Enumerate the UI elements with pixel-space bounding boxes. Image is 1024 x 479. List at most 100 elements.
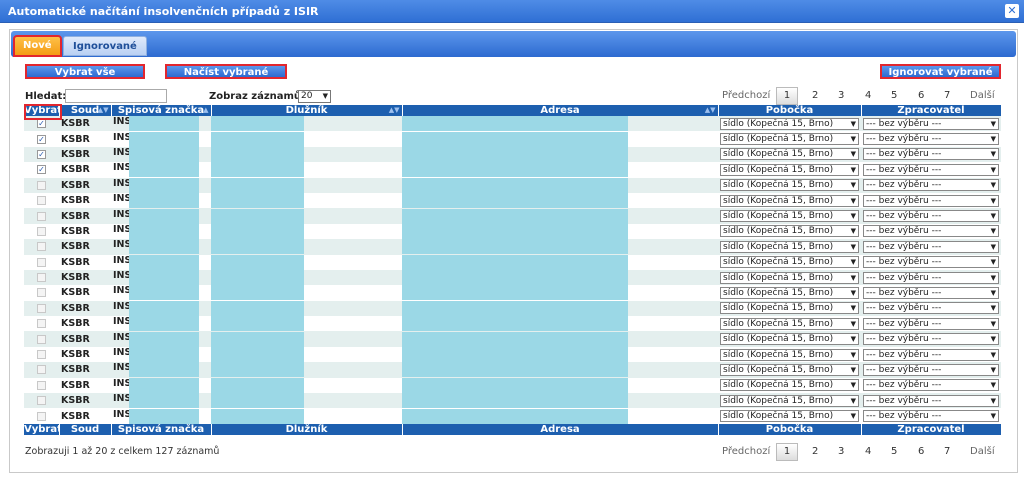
branch-select[interactable]: sídlo (Kopečná 15, Brno) ▼ bbox=[720, 333, 859, 346]
processor-select[interactable]: --- bez výběru --- ▼ bbox=[863, 394, 999, 407]
pagination-page[interactable]: 2 bbox=[812, 90, 818, 101]
column-header-select[interactable]: Vybrat bbox=[24, 105, 60, 116]
pagination-page[interactable]: 6 bbox=[918, 90, 924, 101]
processor-select[interactable]: --- bez výběru --- ▼ bbox=[863, 225, 999, 238]
branch-select[interactable]: sídlo (Kopečná 15, Brno) ▼ bbox=[720, 256, 859, 269]
pagination-page[interactable]: 7 bbox=[944, 446, 950, 457]
redacted-block bbox=[211, 193, 304, 209]
processor-select[interactable]: --- bez výběru --- ▼ bbox=[863, 163, 999, 176]
pagination-prev[interactable]: Předchozí bbox=[722, 446, 770, 457]
branch-select[interactable]: sídlo (Kopečná 15, Brno) ▼ bbox=[720, 133, 859, 146]
processor-select[interactable]: --- bez výběru --- ▼ bbox=[863, 348, 999, 361]
branch-select[interactable]: sídlo (Kopečná 15, Brno) ▼ bbox=[720, 210, 859, 223]
branch-select[interactable]: sídlo (Kopečná 15, Brno) ▼ bbox=[720, 225, 859, 238]
branch-select[interactable]: sídlo (Kopečná 15, Brno) ▼ bbox=[720, 163, 859, 176]
pagination-page[interactable]: 4 bbox=[865, 446, 871, 457]
case-cell: INS bbox=[111, 377, 211, 394]
branch-select[interactable]: sídlo (Kopečná 15, Brno) ▼ bbox=[720, 179, 859, 192]
branch-select[interactable]: sídlo (Kopečná 15, Brno) ▼ bbox=[720, 286, 859, 299]
search-input[interactable] bbox=[65, 89, 167, 103]
row-checkbox[interactable] bbox=[37, 257, 46, 267]
pagination-page[interactable]: 6 bbox=[918, 446, 924, 457]
processor-select[interactable]: --- bez výběru --- ▼ bbox=[863, 410, 999, 423]
row-checkbox[interactable] bbox=[37, 380, 46, 390]
row-checkbox[interactable] bbox=[37, 226, 46, 236]
tab-new[interactable]: Nové bbox=[13, 35, 62, 57]
page-length-select[interactable]: 20 ▼ bbox=[298, 90, 331, 103]
row-checkbox[interactable] bbox=[37, 242, 46, 252]
processor-value: --- bez výběru --- bbox=[866, 118, 942, 129]
pagination-page[interactable]: 4 bbox=[865, 90, 871, 101]
pagination-page[interactable]: 1 bbox=[776, 87, 798, 105]
pagination-page[interactable]: 3 bbox=[838, 446, 844, 457]
row-checkbox[interactable] bbox=[37, 273, 46, 283]
pagination-page[interactable]: 5 bbox=[891, 90, 897, 101]
row-checkbox[interactable]: ✓ bbox=[37, 134, 46, 144]
branch-select[interactable]: sídlo (Kopečná 15, Brno) ▼ bbox=[720, 363, 859, 376]
row-checkbox[interactable]: ✓ bbox=[37, 119, 46, 129]
row-checkbox[interactable] bbox=[37, 411, 46, 421]
processor-select[interactable]: --- bez výběru --- ▼ bbox=[863, 240, 999, 253]
select-all-button[interactable]: Vybrat vše bbox=[25, 64, 145, 79]
branch-select[interactable]: sídlo (Kopečná 15, Brno) ▼ bbox=[720, 348, 859, 361]
pagination-page[interactable]: 2 bbox=[812, 446, 818, 457]
processor-select[interactable]: --- bez výběru --- ▼ bbox=[863, 286, 999, 299]
debtor-cell bbox=[211, 300, 402, 317]
column-header-branch[interactable]: Pobočka bbox=[718, 105, 862, 116]
column-header-court[interactable]: Soud ▲▼ bbox=[59, 105, 112, 116]
branch-select[interactable]: sídlo (Kopečná 15, Brno) ▼ bbox=[720, 194, 859, 207]
processor-select[interactable]: --- bez výběru --- ▼ bbox=[863, 302, 999, 315]
processor-select[interactable]: --- bez výběru --- ▼ bbox=[863, 148, 999, 161]
close-icon[interactable]: ✕ bbox=[1005, 4, 1019, 18]
ignore-selected-button[interactable]: Ignorovat vybrané bbox=[880, 64, 1001, 79]
branch-select[interactable]: sídlo (Kopečná 15, Brno) ▼ bbox=[720, 240, 859, 253]
row-checkbox[interactable] bbox=[37, 334, 46, 344]
tab-ignored[interactable]: Ignorované bbox=[63, 36, 147, 56]
court-cell: KSBR bbox=[59, 254, 111, 270]
row-checkbox[interactable] bbox=[37, 396, 46, 406]
processor-select[interactable]: --- bez výběru --- ▼ bbox=[863, 379, 999, 392]
processor-select[interactable]: --- bez výběru --- ▼ bbox=[863, 179, 999, 192]
pagination-page[interactable]: 3 bbox=[838, 90, 844, 101]
branch-select[interactable]: sídlo (Kopečná 15, Brno) ▼ bbox=[720, 302, 859, 315]
row-checkbox[interactable] bbox=[37, 350, 46, 360]
branch-select[interactable]: sídlo (Kopečná 15, Brno) ▼ bbox=[720, 148, 859, 161]
processor-select[interactable]: --- bez výběru --- ▼ bbox=[863, 194, 999, 207]
column-header-address[interactable]: Adresa ▲▼ bbox=[402, 105, 719, 116]
column-header-processor[interactable]: Zpracovatel bbox=[861, 105, 1002, 116]
pagination-page[interactable]: 7 bbox=[944, 90, 950, 101]
processor-select[interactable]: --- bez výběru --- ▼ bbox=[863, 256, 999, 269]
branch-select[interactable]: sídlo (Kopečná 15, Brno) ▼ bbox=[720, 410, 859, 423]
pagination-page[interactable]: 1 bbox=[776, 443, 798, 461]
row-checkbox[interactable] bbox=[37, 288, 46, 298]
processor-select[interactable]: --- bez výběru --- ▼ bbox=[863, 363, 999, 376]
pagination-next[interactable]: Další bbox=[970, 90, 995, 101]
pagination-page[interactable]: 5 bbox=[891, 446, 897, 457]
column-header-debtor[interactable]: Dlužník ▲▼ bbox=[211, 105, 403, 116]
row-checkbox[interactable] bbox=[37, 196, 46, 206]
branch-select[interactable]: sídlo (Kopečná 15, Brno) ▼ bbox=[720, 317, 859, 330]
row-checkbox[interactable] bbox=[37, 211, 46, 221]
processor-select[interactable]: --- bez výběru --- ▼ bbox=[863, 210, 999, 223]
branch-select[interactable]: sídlo (Kopečná 15, Brno) ▼ bbox=[720, 271, 859, 284]
load-selected-button[interactable]: Načíst vybrané bbox=[165, 64, 287, 79]
processor-select[interactable]: --- bez výběru --- ▼ bbox=[863, 117, 999, 130]
branch-select[interactable]: sídlo (Kopečná 15, Brno) ▼ bbox=[720, 394, 859, 407]
row-checkbox[interactable] bbox=[37, 180, 46, 190]
processor-select[interactable]: --- bez výběru --- ▼ bbox=[863, 133, 999, 146]
redacted-block bbox=[129, 223, 199, 239]
row-checkbox[interactable]: ✓ bbox=[37, 149, 46, 159]
branch-select[interactable]: sídlo (Kopečná 15, Brno) ▼ bbox=[720, 379, 859, 392]
debtor-cell bbox=[211, 408, 402, 424]
pagination-next[interactable]: Další bbox=[970, 446, 995, 457]
branch-select[interactable]: sídlo (Kopečná 15, Brno) ▼ bbox=[720, 117, 859, 130]
column-header-case[interactable]: Spisová značka ▲ bbox=[111, 105, 212, 116]
row-checkbox[interactable]: ✓ bbox=[37, 165, 46, 175]
row-checkbox[interactable] bbox=[37, 303, 46, 313]
row-checkbox[interactable] bbox=[37, 365, 46, 375]
processor-select[interactable]: --- bez výběru --- ▼ bbox=[863, 333, 999, 346]
processor-select[interactable]: --- bez výběru --- ▼ bbox=[863, 271, 999, 284]
row-checkbox[interactable] bbox=[37, 319, 46, 329]
processor-select[interactable]: --- bez výběru --- ▼ bbox=[863, 317, 999, 330]
pagination-prev[interactable]: Předchozí bbox=[722, 90, 770, 101]
